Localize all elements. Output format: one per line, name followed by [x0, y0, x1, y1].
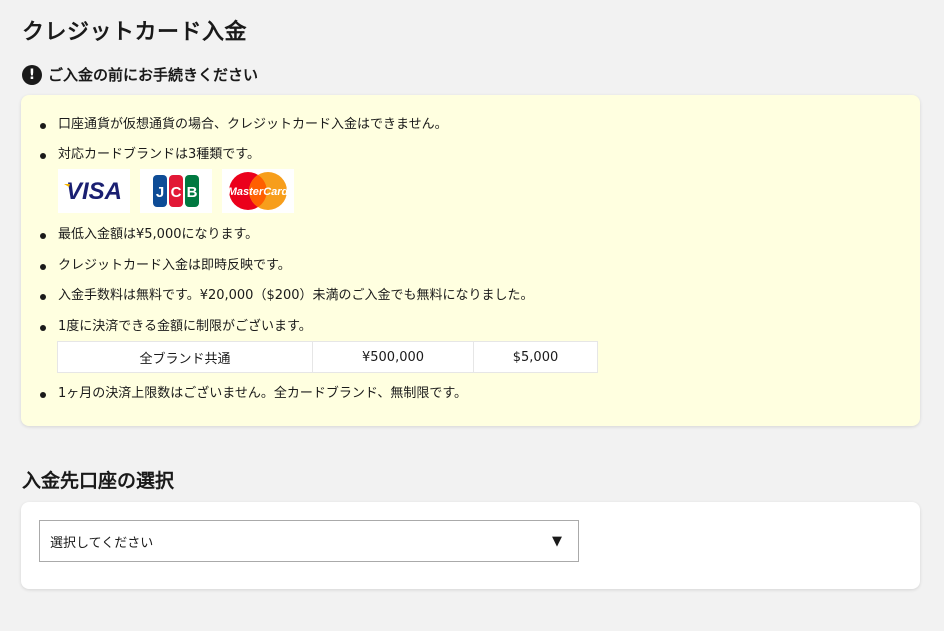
svg-text:VISA: VISA	[66, 178, 122, 205]
notice-item-minimum: 最低入金額は¥5,000になります。	[39, 227, 259, 242]
deposit-account-title: 入金先口座の選択	[22, 470, 175, 492]
notice-heading-text: ご入金の前にお手続きください	[48, 66, 259, 84]
select-value: 選択してください	[50, 535, 154, 551]
notice-item-brands: 対応カードブランドは3種類です。	[40, 147, 260, 162]
notice-item-fee: 入金手数料は無料です。¥20,000（$200）未満のご入金でも無料になりました…	[40, 288, 534, 303]
svg-text:C: C	[171, 184, 182, 201]
payment-limit-table: 全ブランド共通 ¥500,000 $5,000	[57, 341, 598, 373]
deposit-account-select[interactable]: 選択してください ▼	[39, 520, 579, 562]
card-brand-logos: VISA J C B MasterCard	[58, 169, 294, 213]
mastercard-logo: MasterCard	[222, 169, 294, 213]
table-cell-brand: 全ブランド共通	[57, 341, 313, 373]
svg-text:B: B	[187, 184, 198, 201]
svg-text:MasterCard: MasterCard	[228, 186, 289, 198]
table-cell-usd-limit: $5,000	[473, 341, 598, 373]
page-title: クレジットカード入金	[22, 20, 248, 45]
svg-text:J: J	[156, 184, 164, 201]
page: クレジットカード入金 ! ご入金の前にお手続きください 口座通貨が仮想通貨の場合…	[0, 0, 944, 631]
notice-item-limit: 1度に決済できる金額に制限がございます。	[40, 319, 312, 334]
deposit-account-card: 選択してください ▼	[21, 502, 920, 589]
notice-box: 口座通貨が仮想通貨の場合、クレジットカード入金はできません。 対応カードブランド…	[21, 95, 920, 426]
exclamation-circle-icon: !	[22, 64, 42, 85]
notice-heading: ! ご入金の前にお手続きください	[22, 64, 258, 85]
triangle-down-icon: ▼	[552, 533, 562, 549]
table-row: 全ブランド共通 ¥500,000 $5,000	[57, 341, 598, 373]
table-cell-jpy-limit: ¥500,000	[312, 341, 474, 373]
notice-item-instant: クレジットカード入金は即時反映です。	[40, 258, 291, 273]
notice-item-monthly: 1ヶ月の決済上限数はございません。全カードブランド、無制限です。	[39, 386, 468, 401]
notice-item-crypto: 口座通貨が仮想通貨の場合、クレジットカード入金はできません。	[40, 117, 448, 132]
jcb-logo: J C B	[140, 169, 212, 213]
visa-logo: VISA	[58, 169, 130, 213]
